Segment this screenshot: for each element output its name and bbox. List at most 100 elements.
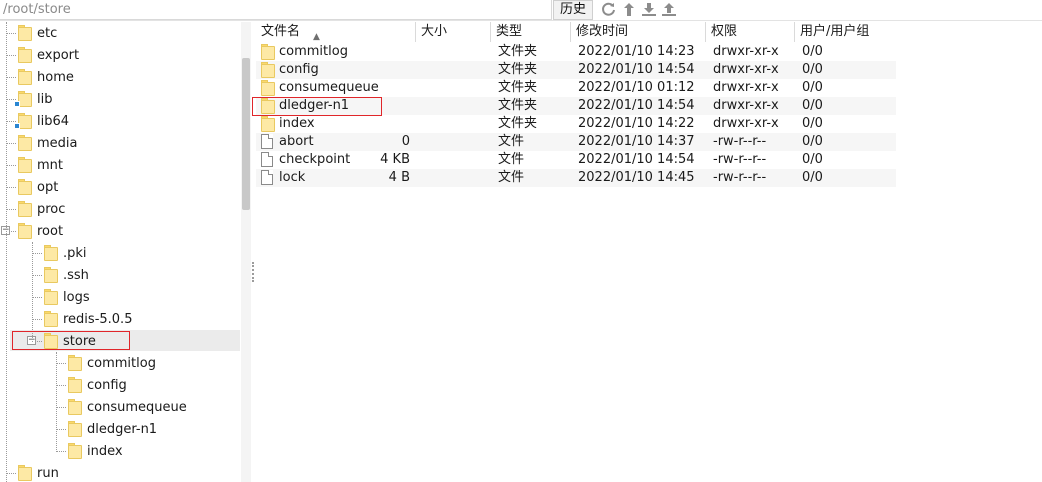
tree-item-label: home [37, 69, 74, 85]
tree-item-export[interactable]: export [18, 44, 79, 66]
refresh-icon[interactable] [600, 1, 617, 18]
file-row-lock[interactable]: lock 4 B 文件 2022/01/10 14:45 -rw-r--r-- 0/0 [256, 169, 896, 187]
tree-item-home[interactable]: home [18, 66, 74, 88]
tree-item-logs[interactable]: logs [44, 286, 90, 308]
file-owner: 0/0 [802, 170, 823, 185]
file-row-checkpoint[interactable]: checkpoint 4 KB 文件 2022/01/10 14:54 -rw-r--r… [256, 151, 896, 169]
file-mtime: 2022/01/10 14:22 [578, 116, 695, 131]
folder-icon [68, 355, 82, 371]
file-owner: 0/0 [802, 116, 823, 131]
tree-item-commitlog[interactable]: commitlog [68, 352, 156, 374]
column-type-label: 类型 [496, 24, 523, 39]
column-owner-label: 用户/用户组 [800, 24, 870, 39]
tree-item-label: mnt [37, 157, 63, 173]
row-icon [261, 116, 275, 134]
tree-item-etc[interactable]: etc [18, 22, 57, 44]
tree-connector-vertical [32, 242, 33, 342]
file-row-abort[interactable]: abort 0 文件 2022/01/10 14:37 -rw-r--r-- 0/0 [256, 133, 896, 151]
file-name: checkpoint [279, 152, 351, 167]
download-icon[interactable] [640, 1, 657, 18]
file-name: consumequeue [279, 80, 379, 95]
file-list-header: 文件名 ▲ 大小 类型 修改时间 权限 用户/用户组 [256, 22, 896, 42]
file-permission: -rw-r--r-- [713, 134, 767, 149]
folder-icon [18, 179, 32, 195]
file-type: 文件 [498, 170, 525, 185]
tree-item-run[interactable]: run [18, 462, 59, 482]
history-button[interactable]: 历史 [553, 0, 593, 20]
up-icon[interactable] [620, 1, 637, 18]
column-type[interactable]: 类型 [491, 22, 571, 42]
tree-item-root[interactable]: root [18, 220, 63, 242]
tree-item-consumequeue[interactable]: consumequeue [68, 396, 187, 418]
path-input[interactable]: /root/store [0, 0, 552, 20]
column-mtime[interactable]: 修改时间 [571, 22, 706, 42]
tree-item-dledger-n1[interactable]: dledger-n1 [68, 418, 157, 440]
file-row-index[interactable]: index 文件夹 2022/01/10 14:22 drwxr-xr-x 0/0 [256, 115, 896, 133]
column-name-label: 文件名 [261, 24, 301, 39]
toolbar-icons [600, 1, 677, 19]
folder-icon [18, 201, 32, 217]
file-row-config[interactable]: config 文件夹 2022/01/10 14:54 drwxr-xr-x 0/0 [256, 61, 896, 79]
folder-icon [261, 62, 275, 78]
tree-connector [6, 121, 16, 122]
row-icon [261, 170, 273, 188]
tree-item-label: .pki [63, 245, 87, 261]
file-icon [261, 170, 273, 185]
file-list: 文件名 ▲ 大小 类型 修改时间 权限 用户/用户组 commitlog 文件夹 2… [256, 22, 1042, 482]
tree-item-label: lib64 [37, 113, 70, 129]
file-row-consumequeue[interactable]: consumequeue 文件夹 2022/01/10 01:12 drwxr-xr-… [256, 79, 896, 97]
row-icon [261, 134, 273, 152]
file-type: 文件夹 [498, 62, 538, 77]
tree-item-label: redis-5.0.5 [63, 311, 133, 327]
tree-item-label: commitlog [87, 355, 156, 371]
column-owner[interactable]: 用户/用户组 [795, 22, 896, 42]
folder-icon [68, 443, 82, 459]
tree-connector-vertical [6, 22, 7, 482]
tree-item-index[interactable]: index [68, 440, 123, 462]
file-row-commitlog[interactable]: commitlog 文件夹 2022/01/10 14:23 drwxr-xr-x 0/… [256, 43, 896, 61]
folder-icon [18, 47, 32, 63]
tree-item-proc[interactable]: proc [18, 198, 65, 220]
file-size: 0 [401, 134, 410, 149]
tree-item-mnt[interactable]: mnt [18, 154, 63, 176]
tree-connector [32, 275, 42, 276]
file-permission: drwxr-xr-x [713, 44, 779, 59]
folder-icon [44, 289, 58, 305]
tree-connector [56, 363, 66, 364]
tree-connector [56, 451, 66, 452]
tree-item-ssh[interactable]: .ssh [44, 264, 89, 286]
file-name: abort [279, 134, 314, 149]
tree-item-pki[interactable]: .pki [44, 242, 87, 264]
tree-connector [56, 385, 66, 386]
file-mtime: 2022/01/10 14:37 [578, 134, 695, 149]
file-icon [261, 152, 273, 167]
folder-icon [18, 157, 32, 173]
tree-item-redis-5-0-5[interactable]: redis-5.0.5 [44, 308, 132, 330]
tree-item-media[interactable]: media [18, 132, 78, 154]
column-mtime-label: 修改时间 [576, 24, 629, 39]
tree-item-label: .ssh [63, 267, 89, 283]
tree-scrollbar-thumb[interactable] [242, 58, 250, 210]
file-type: 文件 [498, 134, 525, 149]
file-name: lock [279, 170, 306, 185]
highlight-box-store-tree [12, 331, 130, 350]
tree-item-lib[interactable]: lib [14, 88, 52, 110]
column-size[interactable]: 大小 [416, 22, 491, 42]
tree-item-label: consumequeue [87, 399, 187, 415]
tree-connector [6, 77, 16, 78]
tree-connector [6, 99, 16, 100]
column-name[interactable]: 文件名 ▲ [256, 22, 416, 42]
column-permission[interactable]: 权限 [706, 22, 795, 42]
file-type: 文件夹 [498, 44, 538, 59]
upload-icon[interactable] [660, 1, 677, 18]
tree-item-opt[interactable]: opt [18, 176, 58, 198]
folder-icon [68, 377, 82, 393]
file-owner: 0/0 [802, 44, 823, 59]
tree-item-lib64[interactable]: lib64 [14, 110, 70, 132]
tree-connector [6, 55, 16, 56]
tree-item-config[interactable]: config [68, 374, 127, 396]
folder-icon [18, 25, 32, 41]
tree-item-label: export [37, 47, 80, 63]
file-permission: -rw-r--r-- [713, 170, 767, 185]
tree-connector [6, 33, 16, 34]
